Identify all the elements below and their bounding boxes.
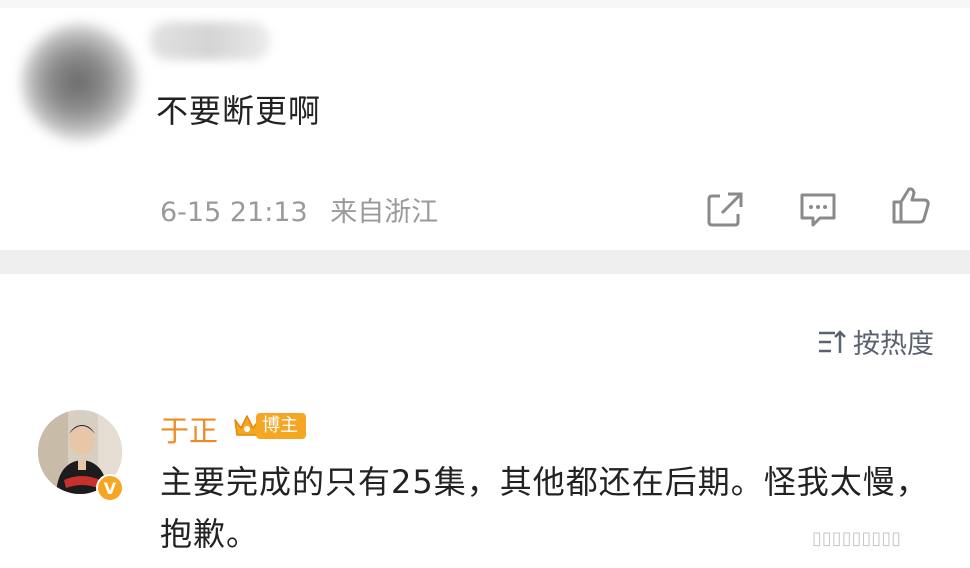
- thumbs-up-icon: [892, 187, 930, 224]
- verified-badge: V: [96, 474, 124, 502]
- section-divider: [0, 250, 970, 274]
- like-button[interactable]: [890, 184, 932, 226]
- weibo-comment-screen: 不要断更啊 6-15 21:13 来自浙江 按热度 V 于正 博主 主要完成的只…: [0, 0, 970, 568]
- blogger-tag: 博主: [256, 413, 306, 439]
- blogger-badge: 博主: [232, 411, 306, 441]
- sort-icon: [819, 329, 846, 353]
- comment-button[interactable]: [797, 188, 839, 230]
- comment-meta: 6-15 21:13 来自浙江: [160, 190, 438, 229]
- watermark: ▯▯▯▯▯▯▯▯▯: [812, 528, 902, 549]
- blurred-avatar[interactable]: [22, 24, 138, 140]
- share-button[interactable]: [704, 188, 746, 230]
- sort-label: 按热度: [853, 329, 934, 360]
- top-edge: [0, 0, 970, 8]
- share-icon: [707, 192, 743, 227]
- comment-icon: [800, 193, 836, 227]
- blurred-username[interactable]: [150, 22, 270, 60]
- comment-location: 来自浙江: [330, 197, 439, 228]
- author-name[interactable]: 于正: [160, 408, 218, 450]
- comment-time: 6-15 21:13: [160, 197, 308, 228]
- comment-text: 不要断更啊: [156, 92, 322, 130]
- sort-by-hot-button[interactable]: 按热度: [817, 322, 934, 361]
